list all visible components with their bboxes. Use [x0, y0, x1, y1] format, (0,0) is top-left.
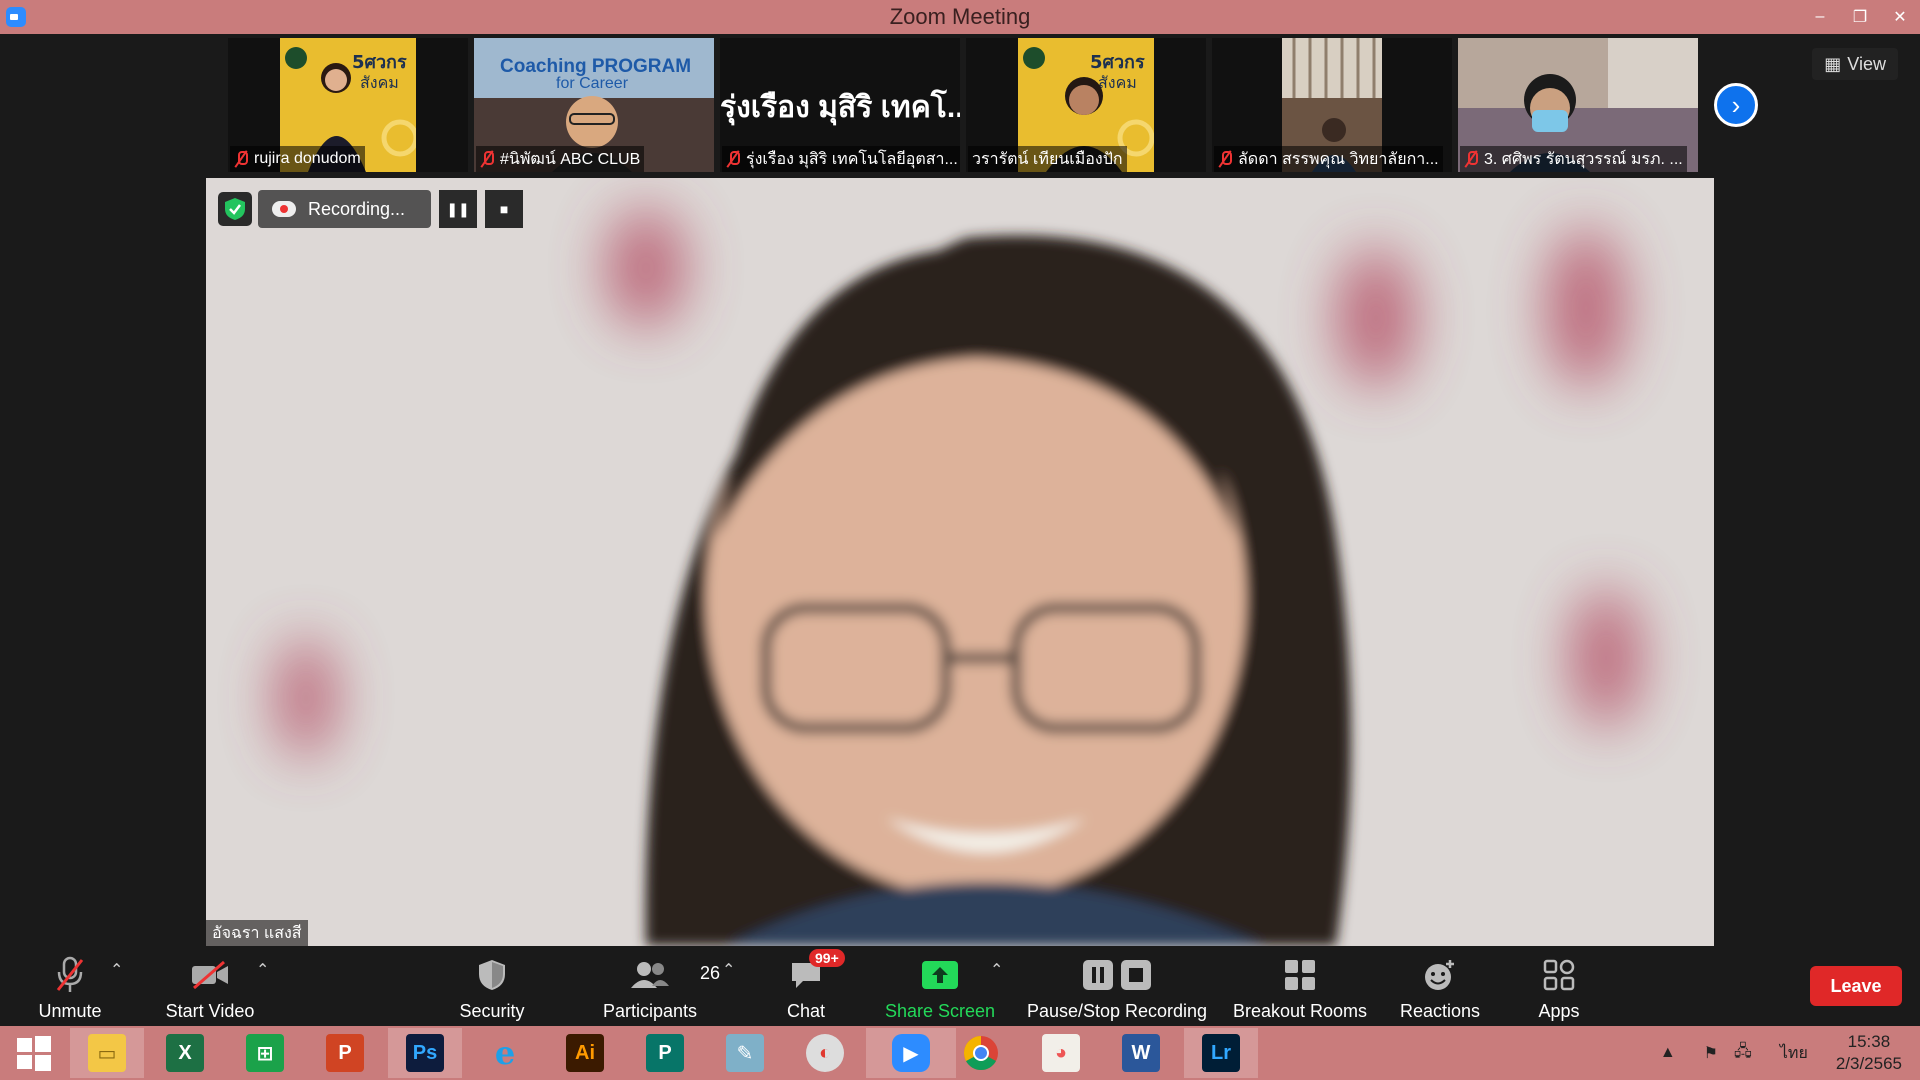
photoscape-icon[interactable]: ◐	[788, 1028, 862, 1078]
chat-icon: 99+	[789, 949, 845, 995]
video-off-icon	[190, 955, 230, 995]
participant-tile[interactable]: 5ศวกร สังคม rujira donudom	[228, 38, 468, 172]
participant-name: #นิพัฒน์ ABC CLUB	[476, 146, 645, 172]
minimize-button[interactable]: –	[1800, 0, 1840, 34]
leave-button[interactable]: Leave	[1810, 966, 1902, 1006]
participant-name: วรารัตน์ เทียนเมืองปัก	[968, 146, 1127, 172]
reactions-button[interactable]: Reactions	[1390, 950, 1490, 1026]
chevron-up-icon[interactable]: ⌃	[256, 960, 269, 980]
apps-icon	[1543, 955, 1575, 995]
pen-app-icon[interactable]: ✎	[708, 1028, 782, 1078]
security-button[interactable]: Security	[452, 950, 532, 1026]
start-video-button[interactable]: Start Video	[160, 950, 260, 1026]
view-button[interactable]: ▦ View	[1812, 48, 1898, 80]
participant-name: rujira donudom	[230, 146, 365, 172]
share-screen-icon	[921, 955, 959, 995]
share-screen-button[interactable]: Share Screen	[880, 950, 1000, 1026]
cloud-recording-icon	[272, 201, 296, 217]
breakout-rooms-button[interactable]: Breakout Rooms	[1230, 950, 1370, 1026]
shield-icon	[477, 955, 507, 995]
close-button[interactable]: ✕	[1880, 0, 1920, 34]
muted-icon	[726, 150, 740, 168]
chat-button[interactable]: 99+ Chat	[766, 949, 846, 1026]
chevron-up-icon[interactable]: ▲	[1660, 1044, 1676, 1062]
paint-icon[interactable]: ◕	[1024, 1028, 1098, 1078]
reactions-icon	[1422, 955, 1458, 995]
system-tray: ▲ ⚑ 🖧 ไทย 15:38 2/3/2565	[1660, 1026, 1920, 1080]
svg-text:5ศวกร: 5ศวกร	[1090, 52, 1145, 73]
chevron-up-icon[interactable]: ⌃	[110, 960, 123, 980]
grid-icon: ▦	[1824, 53, 1842, 74]
store-icon[interactable]: ⊞	[228, 1028, 302, 1078]
main-speaker-video	[206, 178, 1714, 946]
svg-text:สังคม: สังคม	[1098, 73, 1137, 92]
lightroom-icon[interactable]: Lr	[1184, 1028, 1258, 1078]
microphone-muted-icon	[52, 955, 88, 995]
muted-icon	[1464, 150, 1478, 168]
participant-tile[interactable]: 5ศวกร สังคม วรารัตน์ เทียนเมืองปัก	[966, 38, 1206, 172]
file-explorer-icon[interactable]: ▭	[70, 1028, 144, 1078]
apps-button[interactable]: Apps	[1520, 950, 1598, 1026]
muted-icon	[234, 150, 248, 168]
participant-tile[interactable]: 3. ศศิพร รัตนสุวรรณ์ มรภ. ...	[1458, 38, 1698, 172]
chrome-icon[interactable]	[944, 1028, 1018, 1078]
recording-controls-icon	[1081, 955, 1153, 995]
recording-bar: Recording... ❚❚ ■	[218, 190, 524, 228]
breakout-rooms-icon	[1283, 955, 1317, 995]
svg-text:Coaching PROGRAM: Coaching PROGRAM	[500, 56, 691, 77]
participant-display-name: รุ่งเรือง มุสิริ เทคโ...	[720, 91, 960, 124]
powerpoint-icon[interactable]: P	[308, 1028, 382, 1078]
stop-icon[interactable]: ■	[485, 190, 524, 228]
zoom-app-icon	[6, 7, 26, 27]
participant-name: ลัดดา สรรพคุณ วิทยาลัยกา...	[1214, 146, 1443, 172]
recording-status: Recording...	[258, 190, 432, 228]
excel-icon[interactable]: X	[148, 1028, 222, 1078]
participants-button[interactable]: 26 Participants	[600, 950, 720, 1026]
encryption-shield-icon[interactable]	[218, 192, 252, 226]
chevron-up-icon[interactable]: ⌃	[722, 960, 735, 980]
window-titlebar: Zoom Meeting – ❐ ✕	[0, 0, 1920, 34]
meeting-toolbar: Unmute ⌃ Start Video ⌃ Security 26 Parti…	[0, 949, 1920, 1026]
windows-start-icon[interactable]	[0, 1028, 68, 1078]
svg-text:สังคม: สังคม	[360, 73, 399, 92]
participant-tile[interactable]: Coaching PROGRAM for Career #นิพัฒน์ ABC…	[474, 38, 714, 172]
chat-unread-badge: 99+	[809, 949, 845, 967]
svg-text:5ศวกร: 5ศวกร	[352, 52, 407, 73]
flag-icon[interactable]: ⚑	[1704, 1043, 1718, 1063]
language-indicator[interactable]: ไทย	[1780, 1041, 1808, 1066]
participant-name: 3. ศศิพร รัตนสุวรรณ์ มรภ. ...	[1460, 146, 1687, 172]
participant-tile[interactable]: รุ่งเรือง มุสิริ เทคโ... รุ่งเรือง มุสิร…	[720, 38, 960, 172]
chevron-right-icon[interactable]: ›	[1714, 83, 1758, 127]
participant-strip: 5ศวกร สังคม rujira donudom Coaching PROG…	[228, 38, 1698, 172]
windows-taskbar: ▭ X ⊞ P Ps e Ai P ✎ ◐ ▶ ◕ W Lr ▲ ⚑ 🖧 ไทย…	[0, 1026, 1920, 1080]
illustrator-icon[interactable]: Ai	[548, 1028, 622, 1078]
zoom-taskbar-icon[interactable]: ▶	[866, 1028, 956, 1078]
word-icon[interactable]: W	[1104, 1028, 1178, 1078]
photoshop-icon[interactable]: Ps	[388, 1028, 462, 1078]
publisher-icon[interactable]: P	[628, 1028, 702, 1078]
muted-icon	[480, 150, 494, 168]
taskbar-clock[interactable]: 15:38 2/3/2565	[1836, 1031, 1902, 1075]
internet-explorer-icon[interactable]: e	[468, 1028, 542, 1078]
pause-icon[interactable]: ❚❚	[439, 190, 478, 228]
svg-text:for Career: for Career	[556, 75, 629, 92]
network-icon[interactable]: 🖧	[1734, 1040, 1752, 1067]
participant-name: รุ่งเรือง มุสิริ เทคโนโลยีอุตสา...	[722, 146, 960, 172]
speaker-name-label: อัจฉรา แสงสี	[206, 920, 308, 946]
participant-tile[interactable]: ลัดดา สรรพคุณ วิทยาลัยกา...	[1212, 38, 1452, 172]
chevron-up-icon[interactable]: ⌃	[990, 960, 1003, 980]
window-title: Zoom Meeting	[889, 4, 1031, 29]
participant-count: 26	[700, 963, 721, 983]
muted-icon	[1218, 150, 1232, 168]
pause-stop-recording-button[interactable]: Pause/Stop Recording	[1022, 950, 1212, 1026]
participants-icon: 26	[630, 955, 720, 995]
unmute-button[interactable]: Unmute	[30, 950, 110, 1026]
restore-button[interactable]: ❐	[1840, 0, 1880, 34]
